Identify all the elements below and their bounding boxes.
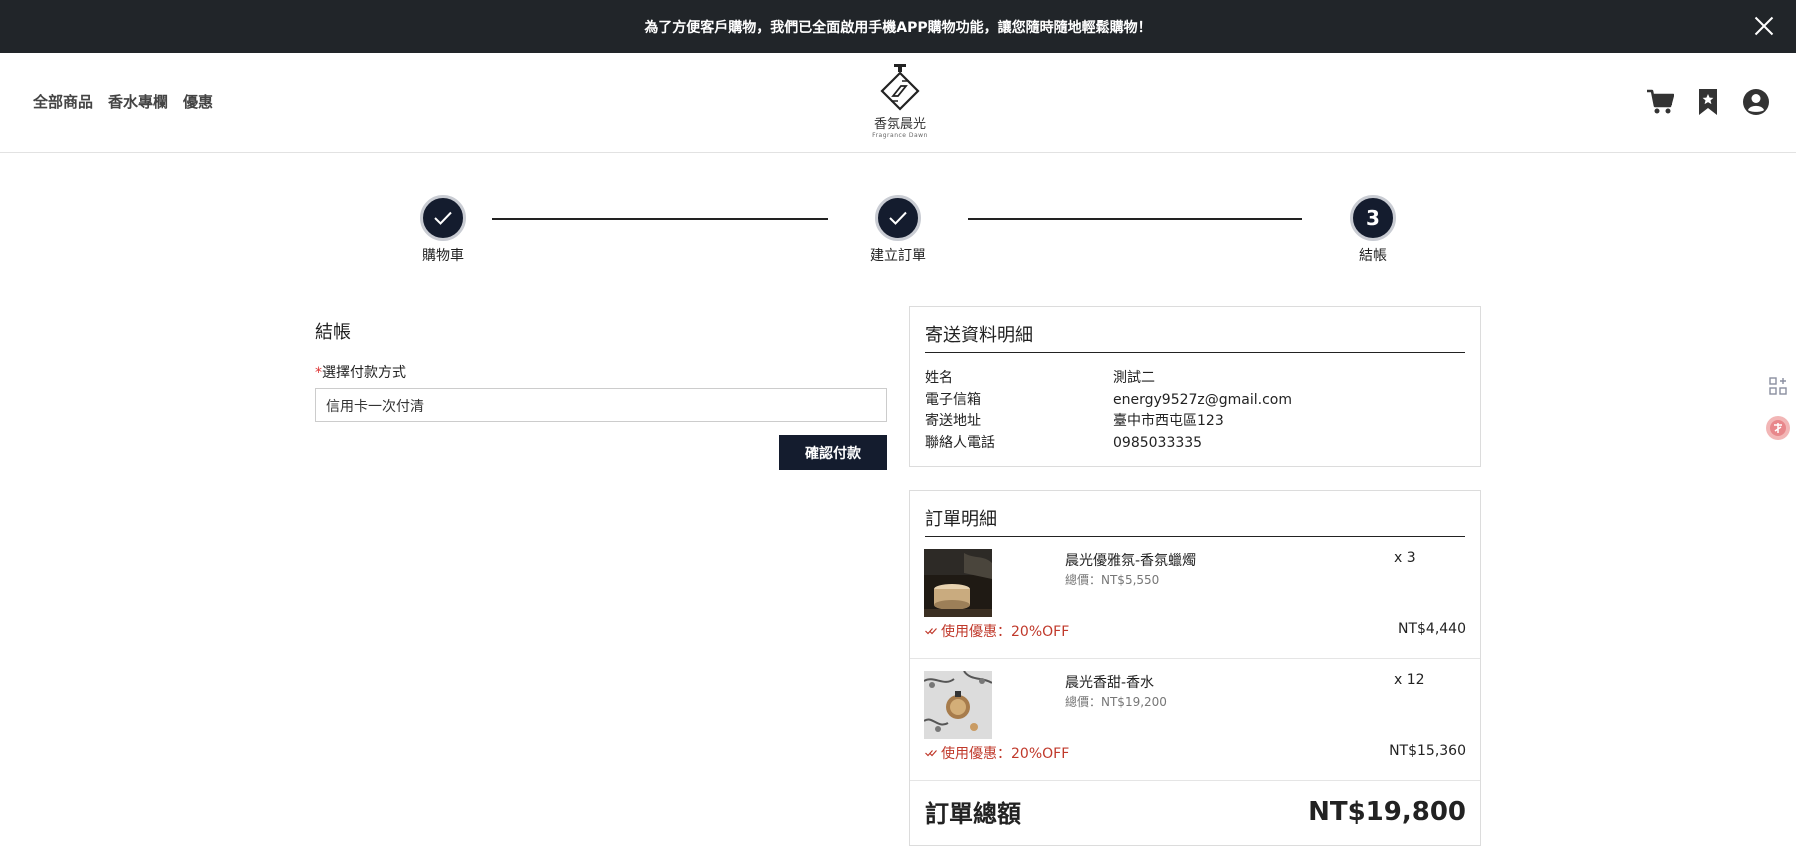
header-actions [1646, 87, 1770, 117]
cart-icon[interactable] [1646, 87, 1674, 117]
item-name: 晨光香甜-香水 [1065, 675, 1155, 691]
order-item: 晨光香甜-香水 總價：NT$19,200 x 12 使用優惠：20%OFF NT… [910, 659, 1480, 781]
shipping-value: 測試二 [1113, 370, 1155, 386]
shipping-row-phone: 聯絡人電話 0985033335 [925, 433, 1465, 455]
item-discount-text: 使用優惠：20%OFF [941, 746, 1070, 762]
item-name: 晨光優雅氛-香氛蠟燭 [1065, 553, 1197, 569]
payment-method-label-text: 選擇付款方式 [322, 365, 406, 381]
translate-icon[interactable] [1760, 410, 1796, 446]
account-icon[interactable] [1742, 87, 1770, 117]
shipping-key: 電子信箱 [925, 391, 981, 408]
step-create-order: 建立訂單 [858, 195, 938, 265]
step-checkout: 3 結帳 [1333, 195, 1413, 265]
order-details-title: 訂單明細 [925, 505, 1465, 537]
step-cart: 購物車 [403, 195, 483, 265]
logo-name: 香氛晨光 [873, 117, 926, 132]
site-logo[interactable]: 香氛晨光 Fragrance Dawn [862, 63, 938, 145]
order-total: 訂單總額 NT$19,800 [925, 794, 1466, 829]
shipping-key: 姓名 [925, 370, 953, 386]
shipping-key: 寄送地址 [925, 413, 981, 429]
checkout-stepper: 購物車 建立訂單 3 結帳 [398, 195, 1398, 265]
shipping-details-title: 寄送資料明細 [925, 321, 1465, 353]
double-check-icon [925, 628, 937, 635]
step-label: 建立訂單 [870, 248, 926, 264]
item-discount: 使用優惠：20%OFF [925, 743, 1069, 763]
shipping-details-card: 寄送資料明細 姓名 測試二 電子信箱 energy9527z@gmail.com… [909, 306, 1481, 467]
check-icon [875, 195, 921, 241]
perfume-bottle-logo-icon [880, 64, 920, 111]
check-icon [420, 195, 466, 241]
nav-perfume-column[interactable]: 香水專欄 [108, 91, 168, 112]
shipping-value: energy9527z@gmail.com [1113, 391, 1292, 408]
item-total: 總價：NT$5,550 [1065, 573, 1160, 587]
shipping-value: 0985033335 [1113, 434, 1203, 451]
shipping-row-name: 姓名 測試二 [925, 368, 1465, 390]
order-total-label: 訂單總額 [925, 800, 1021, 828]
floating-tools [1760, 368, 1796, 452]
bookmark-icon[interactable] [1694, 87, 1722, 117]
step-label: 購物車 [422, 248, 464, 264]
nav-all-products[interactable]: 全部商品 [33, 91, 93, 112]
shipping-row-email: 電子信箱 energy9527z@gmail.com [925, 390, 1465, 412]
candle-product-image [924, 549, 992, 617]
shipping-value: 臺中市西屯區123 [1113, 413, 1224, 429]
double-check-icon [925, 750, 937, 757]
order-item: 晨光優雅氛-香氛蠟燭 總價：NT$5,550 x 3 使用優惠：20%OFF N… [910, 537, 1480, 659]
shipping-row-address: 寄送地址 臺中市西屯區123 [925, 411, 1465, 433]
payment-method-select[interactable]: 信用卡一次付清 [315, 388, 887, 422]
item-quantity: x 12 [1394, 672, 1425, 688]
item-quantity: x 3 [1394, 550, 1416, 566]
site-header: 全部商品 香水專欄 優惠 香氛晨光 Fragrance Dawn [0, 53, 1796, 153]
item-price: NT$4,440 [1397, 621, 1466, 637]
nav-offers[interactable]: 優惠 [183, 91, 213, 112]
item-price: NT$15,360 [1389, 743, 1466, 759]
shipping-key: 聯絡人電話 [925, 434, 995, 451]
order-total-amount: NT$19,800 [1308, 796, 1466, 827]
step-number: 3 [1350, 195, 1396, 241]
perfume-product-image [923, 670, 993, 739]
item-discount: 使用優惠：20%OFF [925, 621, 1069, 641]
checkout-title: 結帳 [315, 322, 351, 343]
item-total: 總價：NT$19,200 [1065, 695, 1167, 709]
close-icon[interactable] [1752, 14, 1776, 38]
item-discount-text: 使用優惠：20%OFF [941, 624, 1070, 640]
step-label: 結帳 [1359, 248, 1387, 264]
logo-subtitle: Fragrance Dawn [872, 132, 928, 139]
step-connector [968, 218, 1302, 220]
order-details-card: 訂單明細 晨光優雅氛-香氛蠟燭 總價：NT$5,550 x 3 使用優惠：20%… [909, 490, 1481, 846]
banner-text: 為了方便客戶購物，我們已全面啟用手機APP購物功能，讓您隨時隨地輕鬆購物！ [644, 19, 1152, 36]
payment-method-label: *選擇付款方式 [315, 362, 887, 382]
confirm-payment-button[interactable]: 確認付款 [779, 435, 887, 470]
step-connector [492, 218, 828, 220]
announcement-banner: 為了方便客戶購物，我們已全面啟用手機APP購物功能，讓您隨時隨地輕鬆購物！ [0, 0, 1796, 53]
checkout-form: 結帳 *選擇付款方式 信用卡一次付清 確認付款 [315, 318, 887, 470]
required-mark: * [315, 365, 322, 381]
main-nav: 全部商品 香水專欄 優惠 [33, 91, 213, 112]
qr-code-icon[interactable] [1760, 368, 1796, 404]
